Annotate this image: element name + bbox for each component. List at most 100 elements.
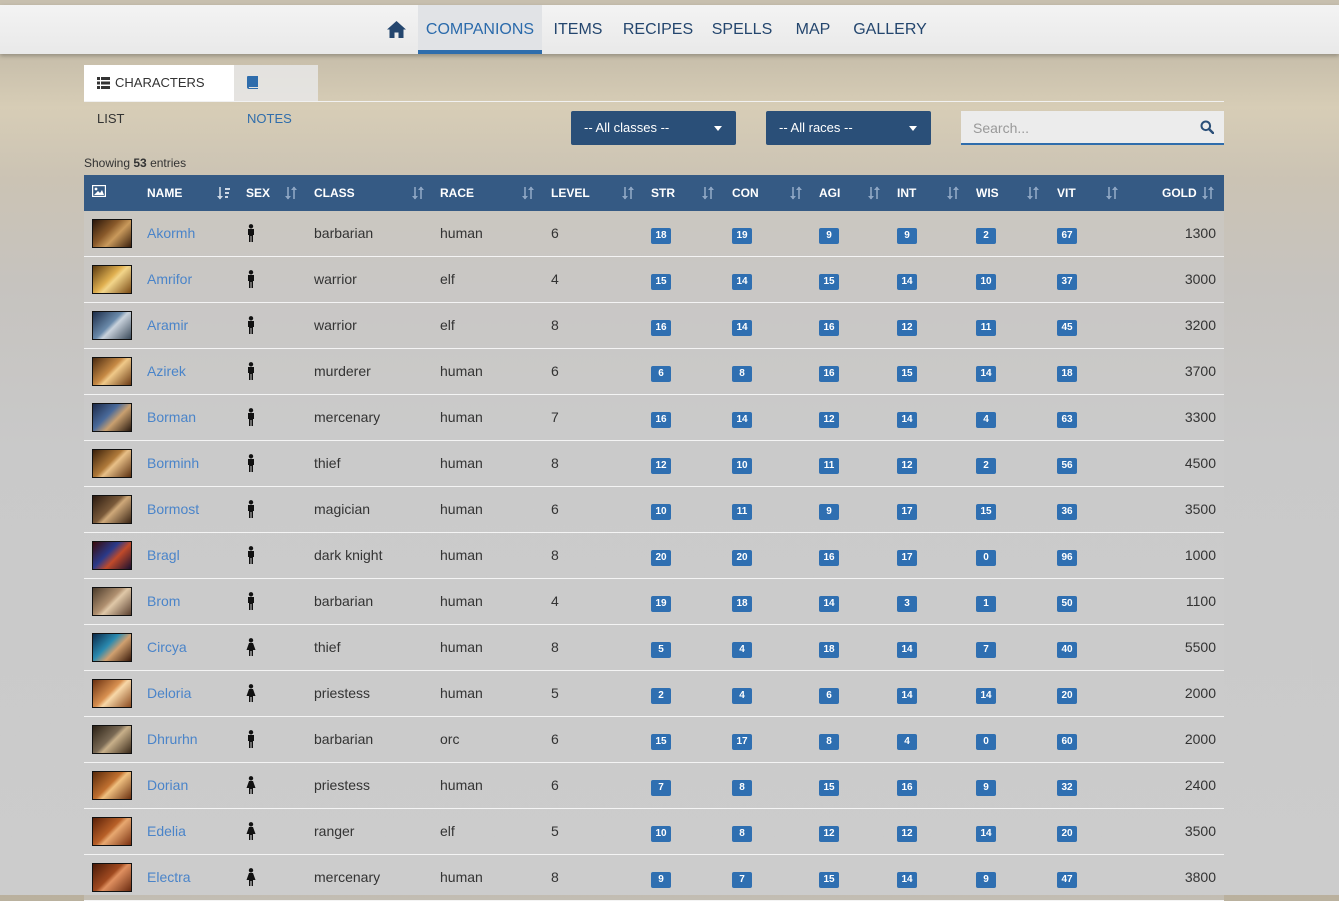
col-header-gold[interactable]: GOLD [1162,175,1197,211]
stat-con-badge: 14 [732,412,752,428]
character-race: orc [440,731,460,747]
nav-recipes[interactable]: RECIPES [614,5,702,54]
nav-map[interactable]: MAP [782,5,844,54]
avatar [92,679,132,708]
character-name-link[interactable]: Bragl [147,533,180,578]
col-header-agi[interactable]: AGI [819,175,840,211]
character-name-link[interactable]: Brom [147,579,180,624]
col-header-sex[interactable]: SEX [246,175,270,211]
stat-agi-badge: 6 [819,688,839,704]
sort-icon[interactable] [946,186,960,200]
sort-icon[interactable] [789,186,803,200]
sort-icon[interactable] [284,186,298,200]
col-header-level[interactable]: LEVEL [551,175,590,211]
avatar [92,449,132,478]
table-row: Circya thief human 8 5 4 18 14 7 40 5500 [84,625,1224,671]
table-row: Borminh thief human 8 12 10 11 12 2 56 4500 [84,441,1224,487]
character-name-link[interactable]: Bormost [147,487,199,532]
sort-icon[interactable] [521,186,535,200]
sort-icon[interactable] [411,186,425,200]
character-gold: 2400 [1184,777,1216,793]
table-row: Bormost magician human 6 10 11 9 17 15 36 3500 [84,487,1224,533]
stat-int-badge: 12 [897,826,917,842]
stat-agi-badge: 8 [819,734,839,750]
stat-int-badge: 17 [897,504,917,520]
tab-notes[interactable]: NOTES [234,65,318,126]
col-header-race[interactable]: RACE [440,175,474,211]
col-header-con[interactable]: CON [732,175,759,211]
character-name-link[interactable]: Dhrurhn [147,717,198,762]
stat-vit-badge: 36 [1057,504,1077,520]
nav-spells[interactable]: SPELLS [702,5,782,54]
sort-icon[interactable] [621,186,635,200]
character-class: ranger [314,823,355,839]
race-filter-select[interactable]: -- All races -- [766,111,931,145]
search-icon[interactable] [1200,120,1214,134]
character-race: human [440,409,483,425]
stat-con-badge: 4 [732,688,752,704]
character-name-link[interactable]: Deloria [147,671,191,716]
character-name-link[interactable]: Amrifor [147,257,192,302]
character-race: human [440,869,483,885]
character-class: mercenary [314,409,381,425]
stat-agi-badge: 16 [819,320,839,336]
character-race: elf [440,317,455,333]
stat-str-badge: 10 [651,504,671,520]
sort-icon[interactable] [1201,186,1215,200]
character-name-link[interactable]: Borman [147,395,196,440]
character-gold: 4500 [1184,455,1216,471]
character-name-link[interactable]: Akormh [147,211,195,256]
nav-home[interactable] [378,5,418,54]
stat-int-badge: 4 [897,734,917,750]
character-name-link[interactable]: Aramir [147,303,188,348]
character-class: thief [314,455,341,471]
male-icon [248,546,254,564]
avatar [92,311,132,340]
sort-icon[interactable] [1105,186,1119,200]
male-icon [248,500,254,518]
stat-int-badge: 14 [897,872,917,888]
character-gold: 3300 [1184,409,1216,425]
sort-alpha-asc-icon[interactable] [217,186,231,200]
nav-gallery[interactable]: GALLERY [844,5,936,54]
stat-con-badge: 7 [732,872,752,888]
character-name-link[interactable]: Electra [147,855,191,900]
character-gold: 2000 [1184,731,1216,747]
male-icon [248,270,254,288]
character-name-link[interactable]: Dorian [147,763,188,808]
sort-icon[interactable] [867,186,881,200]
search-input[interactable] [961,111,1195,145]
character-race: human [440,547,483,563]
character-class: warrior [314,271,357,287]
col-header-wis[interactable]: WIS [976,175,999,211]
stat-str-badge: 20 [651,550,671,566]
stat-con-badge: 14 [732,320,752,336]
avatar [92,495,132,524]
col-header-class[interactable]: CLASS [314,175,355,211]
stat-vit-badge: 96 [1057,550,1077,566]
tab-characters-list[interactable]: CHARACTERS LIST [84,65,234,126]
stat-int-badge: 14 [897,688,917,704]
stat-int-badge: 15 [897,366,917,382]
stat-str-badge: 6 [651,366,671,382]
character-level: 8 [551,639,559,655]
character-name-link[interactable]: Azirek [147,349,186,394]
col-header-name[interactable]: NAME [147,175,182,211]
character-name-link[interactable]: Borminh [147,441,199,486]
character-gold: 3500 [1184,501,1216,517]
col-header-vit[interactable]: VIT [1057,175,1076,211]
col-header-int[interactable]: INT [897,175,916,211]
avatar [92,771,132,800]
male-icon [248,730,254,748]
character-name-link[interactable]: Edelia [147,809,186,854]
sort-icon[interactable] [701,186,715,200]
col-header-str[interactable]: STR [651,175,675,211]
nav-companions[interactable]: COMPANIONS [418,5,542,54]
sort-icon[interactable] [1026,186,1040,200]
caret-down-icon [909,126,917,131]
character-name-link[interactable]: Circya [147,625,187,670]
character-level: 8 [551,869,559,885]
nav-items[interactable]: ITEMS [542,5,614,54]
character-gold: 3200 [1184,317,1216,333]
class-filter-select[interactable]: -- All classes -- [571,111,736,145]
